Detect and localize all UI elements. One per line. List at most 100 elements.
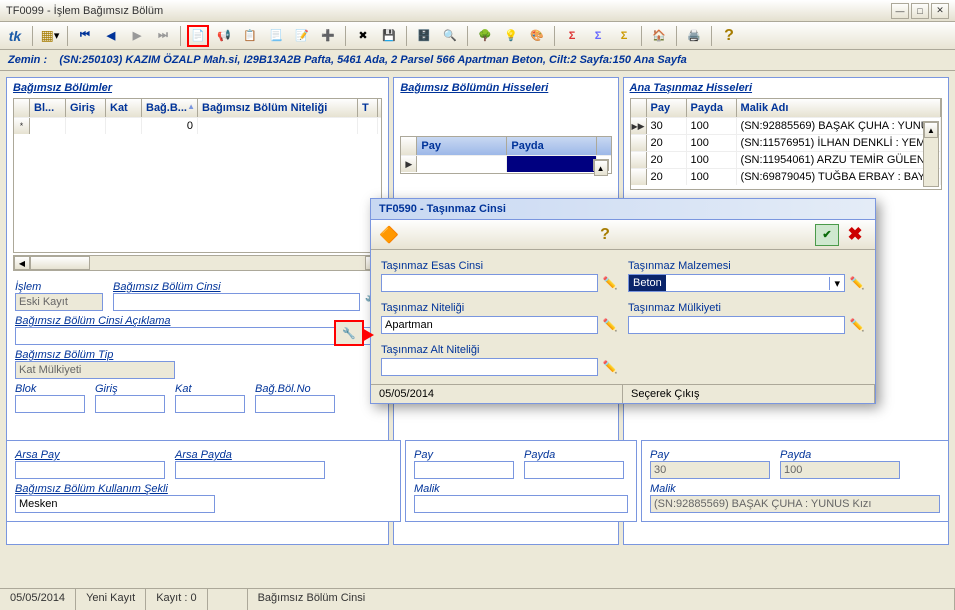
table-row[interactable]: ▶30100(SN:92885569) BAŞAK ÇUHA : YUNUS [631,117,941,134]
esas-field[interactable] [381,274,598,292]
alt-field[interactable] [381,358,598,376]
kullanim-field[interactable] [15,495,215,513]
doc1-button[interactable]: 📃 [265,25,287,47]
col-payda[interactable]: Payda [507,137,597,155]
col-malik[interactable]: Malik Adı [737,99,941,117]
nav-last-button[interactable]: ⏭ [152,25,174,47]
col-bl[interactable]: Bl... [30,99,66,117]
info-label: Zemin : [8,54,47,66]
col-kat[interactable]: Kat [106,99,142,117]
dropdown-icon[interactable]: ▾ [829,277,844,290]
pay-field[interactable] [414,461,514,479]
nav-next-button[interactable]: ▶ [126,25,148,47]
palette-button[interactable]: 🎨 [526,25,548,47]
arsapayda-field[interactable] [175,461,325,479]
grid-ana-hisseler[interactable]: Pay Payda Malik Adı ▶30100(SN:92885569) … [630,98,942,190]
nitelik-field[interactable] [381,316,598,334]
copy-button[interactable]: 📋 [239,25,261,47]
pay-label: Pay [414,449,514,461]
esas-edit-icon[interactable]: ✏️ [602,275,618,291]
maximize-button[interactable]: □ [911,3,929,19]
minimize-button[interactable]: — [891,3,909,19]
dialog-title[interactable]: TF0590 - Taşınmaz Cinsi [371,199,875,220]
kat-label: Kat [175,383,245,395]
col-payda[interactable]: Payda [687,99,737,117]
blok-field[interactable] [15,395,85,413]
table-row[interactable]: 20100(SN:69879045) TUĞBA ERBAY : BAYF [631,168,941,185]
grid-row[interactable]: * 0 [14,117,381,134]
col-pay[interactable]: Pay [417,137,507,155]
kat-field[interactable] [175,395,245,413]
save-button[interactable]: 💾 [378,25,400,47]
announce-button[interactable]: 📢 [213,25,235,47]
calendar-button[interactable]: ▾ [39,25,61,47]
mulkiyet-edit-icon[interactable]: ✏️ [849,317,865,333]
alt-label: Taşınmaz Alt Niteliği [381,344,618,356]
cinsi-field[interactable] [113,293,360,311]
home-button[interactable]: 🏠 [648,25,670,47]
sum3-button[interactable]: Σ [613,25,635,47]
scroll-up-icon[interactable]: ▲ [594,160,608,176]
bulb-button[interactable]: 💡 [500,25,522,47]
nitelik-edit-icon[interactable]: ✏️ [602,317,618,333]
blok-label: Blok [15,383,85,395]
info-bar: Zemin : (SN:250103) KAZIM ÖZALP Mah.si, … [0,50,955,71]
arsapay-field[interactable] [15,461,165,479]
col-bagb[interactable]: Bağ.B...▲ [142,99,198,117]
filter-button[interactable]: 🔍 [439,25,461,47]
malzeme-edit-icon[interactable]: ✏️ [849,275,865,291]
payda-field[interactable] [524,461,624,479]
grid-hisseler[interactable]: Pay Payda ▶ ▲ [400,136,611,174]
dialog-help-button[interactable]: ? [600,226,610,244]
row-indicator [631,152,647,168]
vscroll[interactable]: ▲ [923,121,939,187]
mulkiyet-field[interactable] [628,316,845,334]
dialog-cancel-button[interactable]: ✖ [843,224,867,246]
plus-button[interactable]: ➕ [317,25,339,47]
tree-button[interactable]: 🌳 [474,25,496,47]
status-bar: 05/05/2014 Yeni Kayıt Kayıt : 0 Bağımsız… [0,588,955,610]
payda-label: Payda [524,449,624,461]
hscroll[interactable]: ◀ ▶ [13,255,382,271]
dialog-date: 05/05/2014 [371,385,623,403]
sum2-button[interactable]: Σ [587,25,609,47]
aciklama-field[interactable] [15,327,380,345]
dialog-ok-button[interactable]: ✔ [815,224,839,246]
new-record-button[interactable]: 📄 [187,25,209,47]
grid-row[interactable]: ▶ [401,155,610,172]
bno-field[interactable] [255,395,335,413]
nav-first-button[interactable]: ⏮ [74,25,96,47]
islem-field [15,293,103,311]
grid-bolumler[interactable]: Bl... Giriş Kat Bağ.B...▲ Bağımsız Bölüm… [13,98,382,253]
scroll-left-icon[interactable]: ◀ [14,256,30,270]
nitelik-label: Taşınmaz Niteliği [381,302,618,314]
form-bolum: İşlem Bağımsız Bölüm Cinsi 🔧 Bağımsız Bö… [7,275,388,415]
malik-field[interactable] [414,495,628,513]
col-nitelik[interactable]: Bağımsız Bölüm Niteliği [198,99,358,117]
scroll-up-icon[interactable]: ▲ [924,122,938,138]
table-row[interactable]: 20100(SN:11954061) ARZU TEMİR GÜLENÇ [631,151,941,168]
tool-icon: 🔧 [342,327,356,340]
row-indicator: * [14,118,30,134]
alt-edit-icon[interactable]: ✏️ [602,359,618,375]
panel2-title: Bağımsız Bölümün Hisseleri [394,78,617,96]
dialog-toolbar: 🔶 ? ✔ ✖ [371,220,875,250]
help-button[interactable]: ? [718,25,740,47]
table-row[interactable]: 20100(SN:11576951) İLHAN DENKLİ : YEME [631,134,941,151]
db-button[interactable]: 🗄️ [413,25,435,47]
doc2-button[interactable]: 📝 [291,25,313,47]
vscroll[interactable]: ▲ [593,159,609,171]
print-button[interactable]: 🖨️ [683,25,705,47]
col-t[interactable]: T [358,99,378,117]
nav-prev-button[interactable]: ◀ [100,25,122,47]
row-indicator: ▶ [401,156,417,172]
sum1-button[interactable]: Σ [561,25,583,47]
hscroll-thumb[interactable] [30,256,90,270]
giris-field[interactable] [95,395,165,413]
close-button[interactable]: ✕ [931,3,949,19]
delete-button[interactable]: ✖ [352,25,374,47]
col-giris[interactable]: Giriş [66,99,106,117]
mulkiyet-label: Taşınmaz Mülkiyeti [628,302,865,314]
bottom-panel-2: Pay Payda Malik [405,440,637,522]
col-pay[interactable]: Pay [647,99,687,117]
